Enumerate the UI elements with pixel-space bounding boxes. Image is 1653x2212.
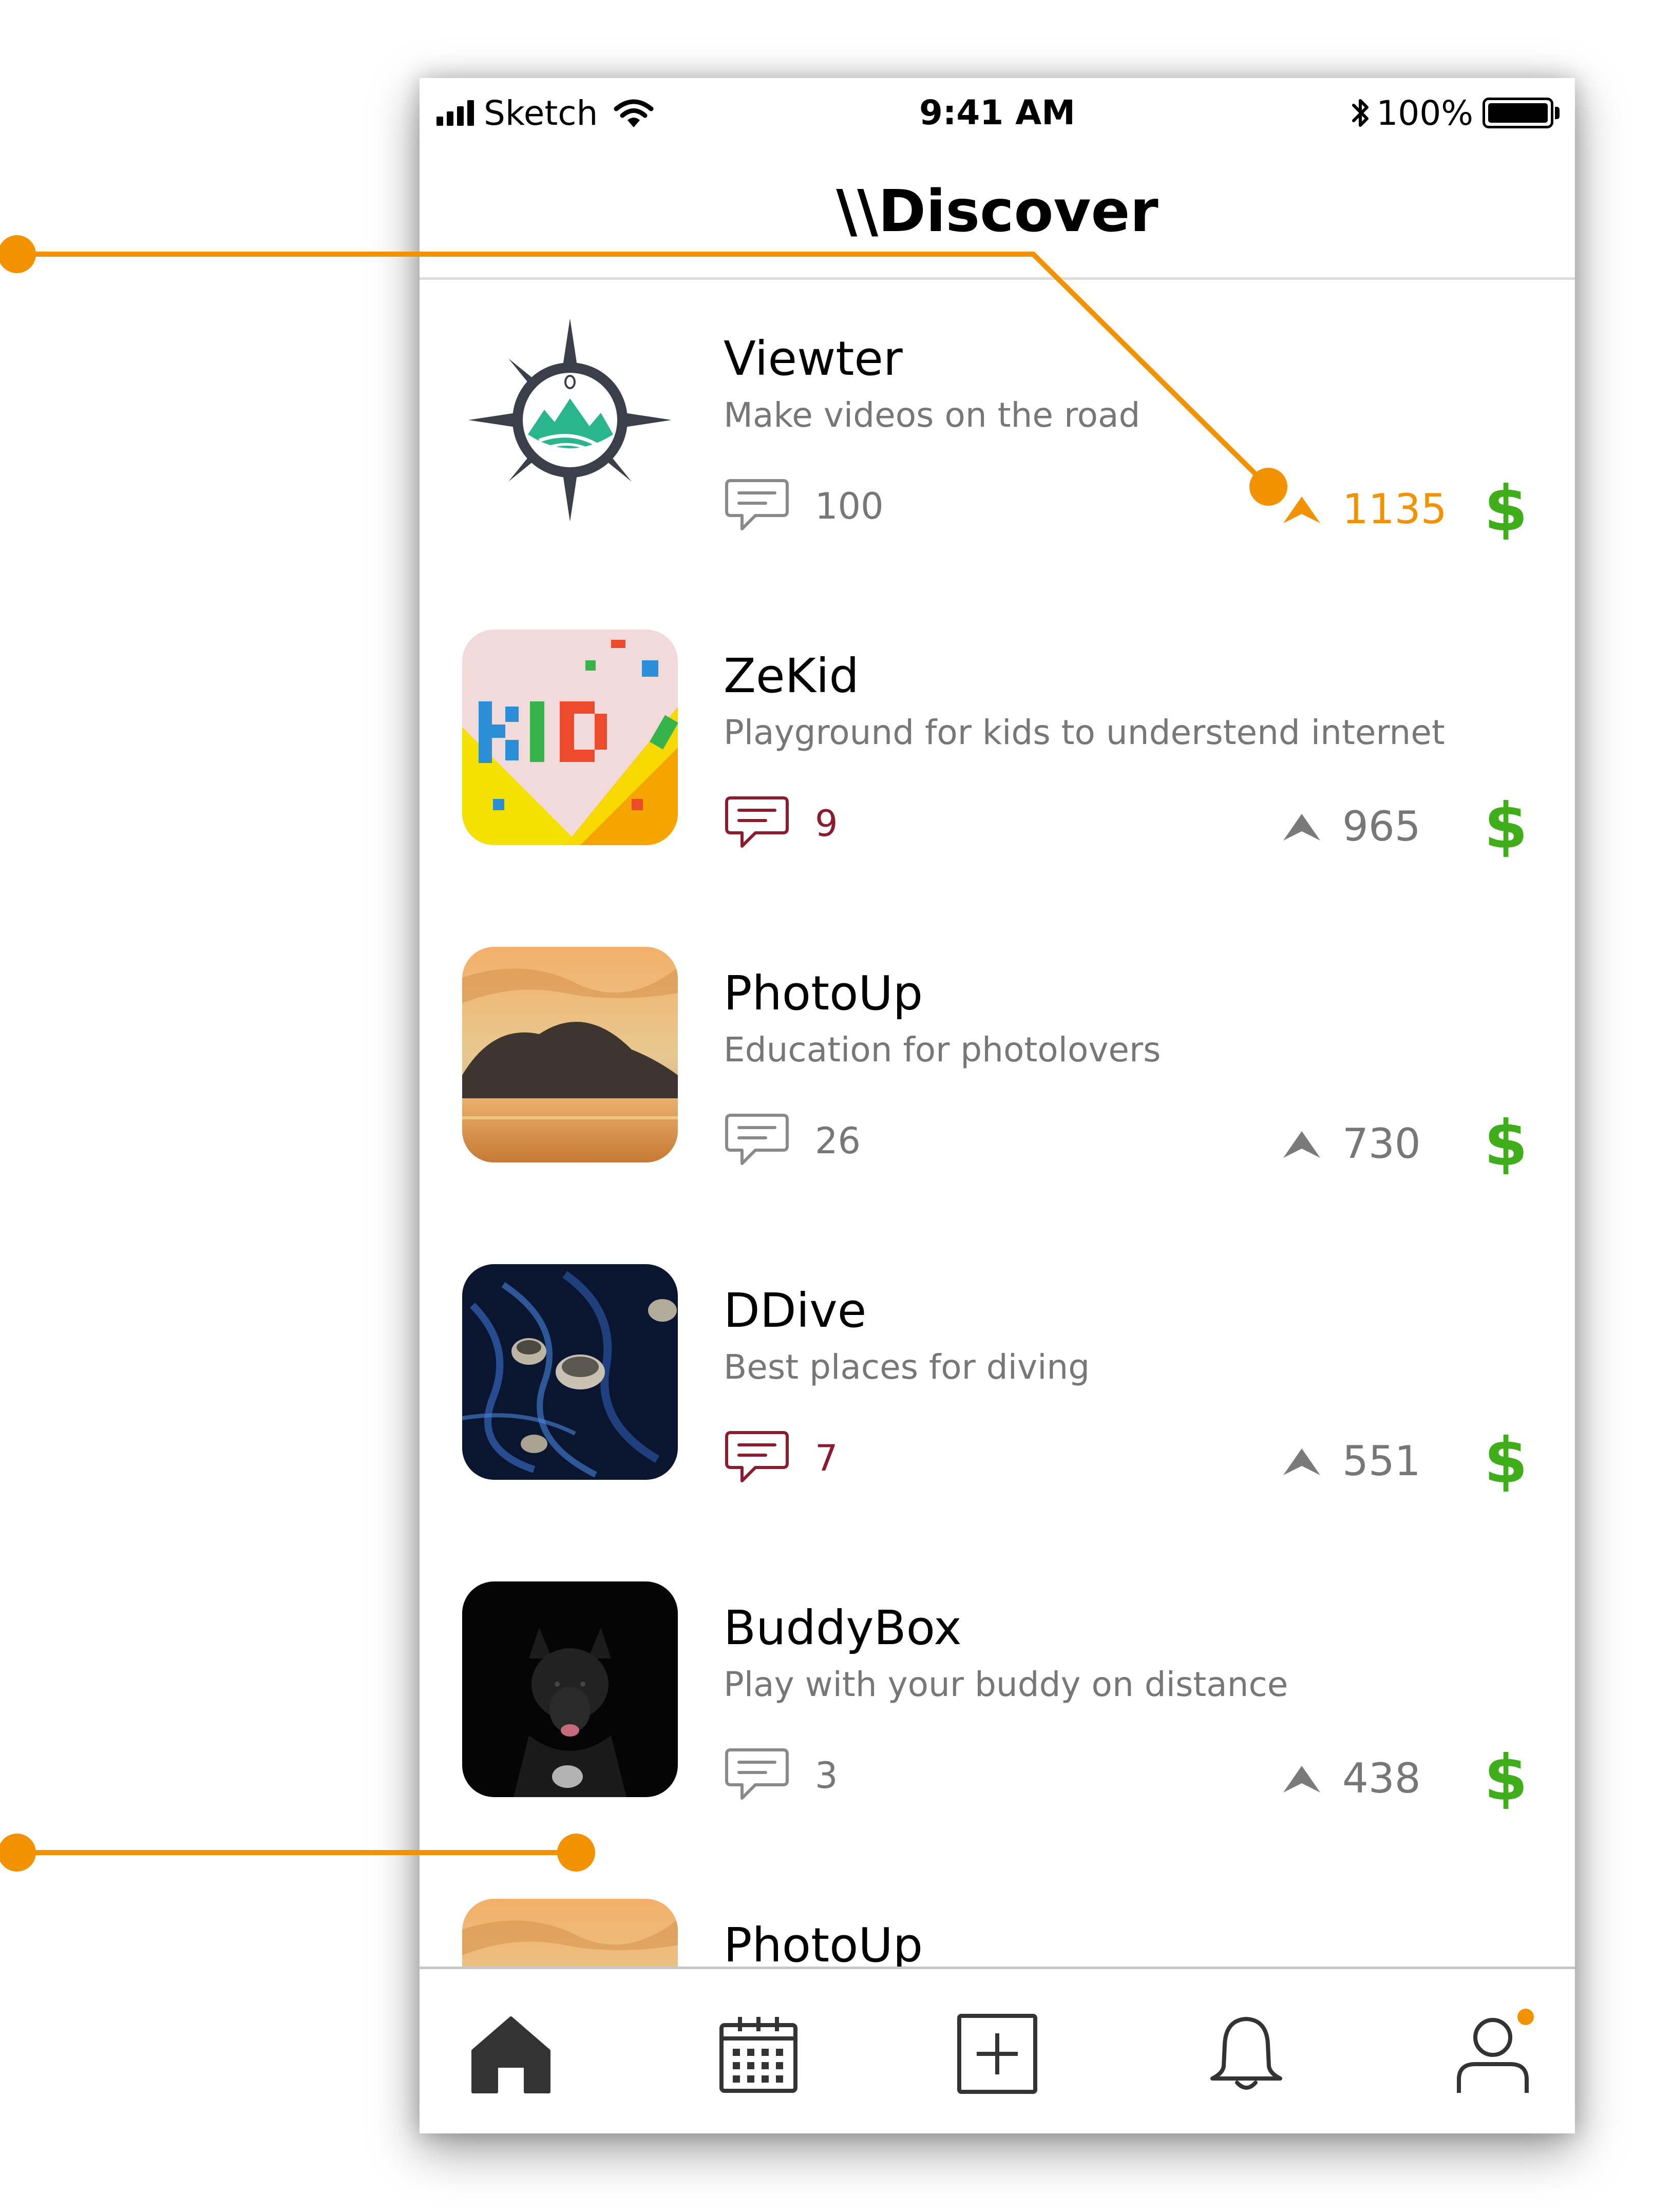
list-item[interactable]: ZeKid Playground for kids to understend … xyxy=(420,597,1575,914)
dollar-icon[interactable]: $ xyxy=(1484,1742,1528,1815)
calendar-icon xyxy=(719,2017,797,2093)
upvote-icon[interactable] xyxy=(1281,1129,1322,1160)
thumbnail-compass-logo xyxy=(462,312,678,528)
bell-icon xyxy=(1210,2017,1282,2090)
comment-icon[interactable] xyxy=(724,478,790,537)
notification-badge xyxy=(1517,2009,1534,2025)
item-title[interactable]: ZeKid xyxy=(724,649,859,703)
comment-icon[interactable] xyxy=(724,795,790,854)
list-item[interactable]: PhotoUp Education for photolovers 26 730… xyxy=(420,914,1575,1232)
home-icon xyxy=(471,2016,550,2093)
item-title[interactable]: Viewter xyxy=(724,331,903,386)
comment-count: 7 xyxy=(815,1437,838,1479)
upvote-count: 1135 xyxy=(1342,485,1447,533)
comment-count: 100 xyxy=(815,485,884,527)
battery-icon xyxy=(1483,98,1553,128)
battery-fill xyxy=(1488,103,1548,123)
item-description: Make videos on the road xyxy=(724,395,1141,435)
upvote-icon[interactable] xyxy=(1281,812,1322,843)
upvote-icon[interactable] xyxy=(1281,494,1322,525)
comment-icon[interactable] xyxy=(724,1112,790,1171)
item-title[interactable]: PhotoUp xyxy=(724,1918,923,1973)
thumbnail-sunset-sea xyxy=(462,947,678,1162)
tab-notifications[interactable] xyxy=(1195,2008,1298,2100)
comment-count: 9 xyxy=(815,803,838,845)
dollar-icon[interactable]: $ xyxy=(1484,1107,1528,1180)
dollar-icon[interactable]: $ xyxy=(1484,1424,1528,1497)
list-item[interactable]: BuddyBox Play with your buddy on distanc… xyxy=(420,1549,1575,1866)
item-description: Best places for diving xyxy=(724,1347,1090,1387)
dollar-icon[interactable]: $ xyxy=(1484,472,1528,545)
upvote-count: 730 xyxy=(1342,1120,1421,1168)
list-item[interactable]: Viewter Make videos on the road 100 1135… xyxy=(420,280,1575,597)
tab-calendar[interactable] xyxy=(707,2008,810,2100)
upvote-count: 551 xyxy=(1342,1437,1421,1485)
discover-list[interactable]: Viewter Make videos on the road 100 1135… xyxy=(420,280,1575,2048)
upvote-icon[interactable] xyxy=(1281,1446,1322,1477)
upvote-icon[interactable] xyxy=(1281,1764,1322,1795)
item-title[interactable]: PhotoUp xyxy=(724,966,923,1021)
status-right: 100% xyxy=(1351,92,1560,134)
upvote-count: 965 xyxy=(1342,803,1421,850)
plus-square-icon xyxy=(957,2014,1037,2094)
tab-profile[interactable] xyxy=(1441,2008,1544,2100)
comment-count: 3 xyxy=(815,1755,838,1797)
item-title[interactable]: DDive xyxy=(724,1283,866,1338)
bluetooth-icon xyxy=(1352,99,1369,127)
item-title[interactable]: BuddyBox xyxy=(724,1600,962,1655)
thumbnail-black-dog xyxy=(462,1581,678,1797)
thumbnail-kid-blocks xyxy=(462,630,678,845)
dollar-icon[interactable]: $ xyxy=(1484,790,1528,863)
user-icon xyxy=(1457,2018,1529,2093)
battery-tip xyxy=(1555,107,1560,119)
list-item[interactable]: DDive Best places for diving 7 551 $ xyxy=(420,1232,1575,1549)
tab-bar xyxy=(420,1967,1575,2133)
page-title: \\Discover xyxy=(836,178,1158,245)
item-description: Education for photolovers xyxy=(724,1030,1161,1070)
upvote-count: 438 xyxy=(1342,1755,1421,1802)
item-description: Playground for kids to understend intern… xyxy=(724,713,1445,752)
thumbnail-jellyfish xyxy=(462,1264,678,1480)
comment-icon[interactable] xyxy=(724,1747,790,1806)
tab-add[interactable] xyxy=(946,2008,1049,2100)
battery-percent: 100% xyxy=(1376,93,1473,133)
phone-screen: Sketch 9:41 AM 100% \\Discover Viewter M… xyxy=(420,78,1575,2133)
item-description: Play with your buddy on distance xyxy=(724,1665,1288,1704)
tab-home[interactable] xyxy=(460,2008,562,2100)
comment-count: 26 xyxy=(815,1120,861,1162)
status-bar: Sketch 9:41 AM 100% xyxy=(420,78,1575,145)
comment-icon[interactable] xyxy=(724,1429,790,1489)
